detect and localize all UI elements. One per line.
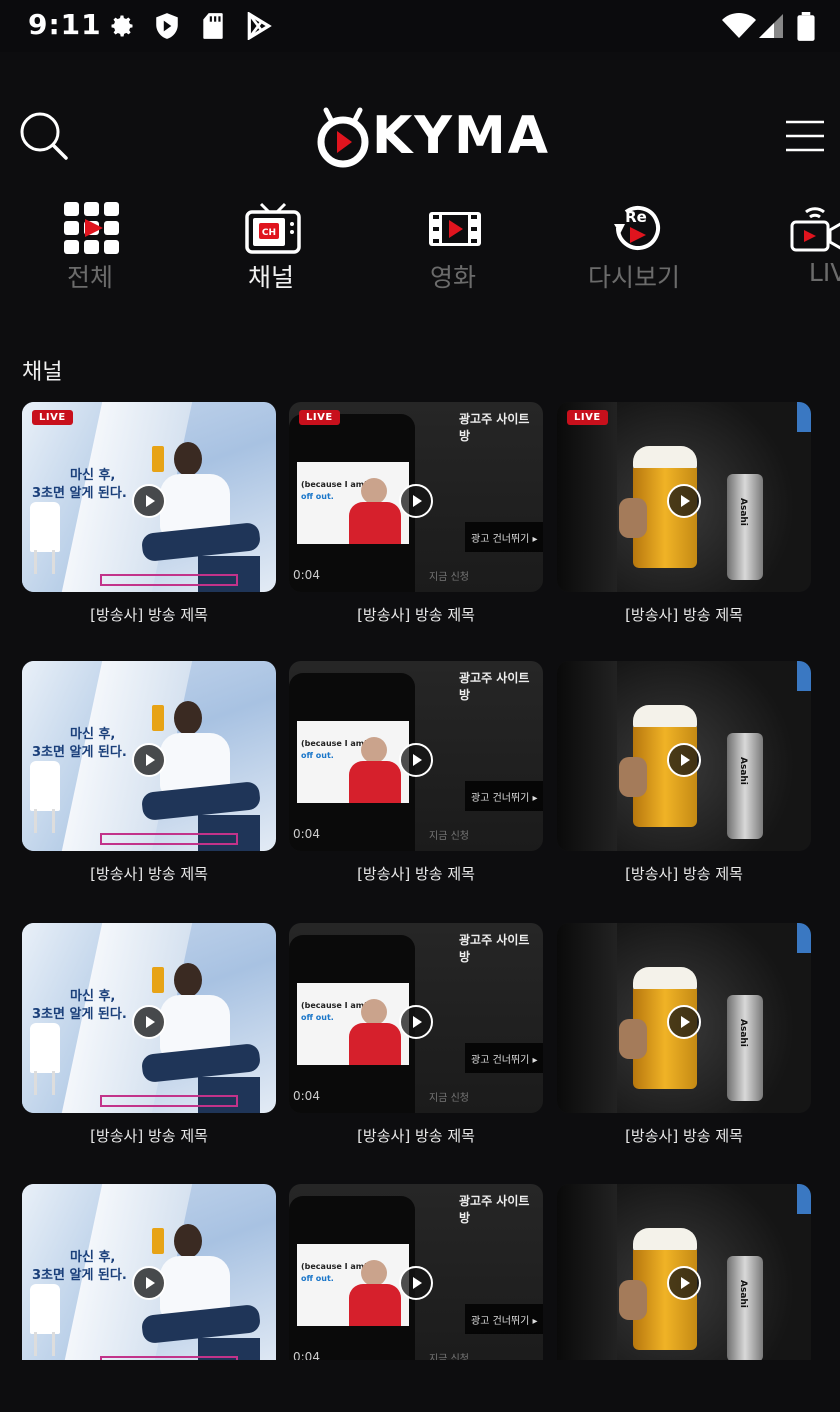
channel-thumbnail[interactable]: (because I am) off out. 광고주 사이트 방 광고 건너뛰… [289, 402, 543, 592]
app-header: KYMA [0, 90, 840, 180]
tab-movie-label: 영화 [429, 263, 476, 292]
status-time: 9:11 [28, 8, 102, 41]
search-button[interactable] [16, 108, 72, 164]
channel-thumbnail[interactable]: 마신 후, 3초면 알게 된다. [22, 923, 276, 1113]
svg-text:CH: CH [262, 228, 276, 238]
play-icon[interactable] [132, 484, 166, 518]
channel-title: [방송사] 방송 제목 [90, 606, 208, 624]
svg-text:Re: Re [625, 208, 647, 226]
tv-channel-icon: CH [245, 202, 301, 254]
logo-text: KYMA [372, 106, 550, 166]
live-badge: LIVE [299, 410, 340, 425]
channel-thumbnail[interactable]: Asahi LIVE [557, 402, 811, 592]
film-icon [429, 212, 481, 246]
channel-thumbnail[interactable]: (because I am) off out. 광고주 사이트 방 광고 건너뛰… [289, 661, 543, 851]
grid-play-icon [64, 202, 119, 254]
channel-thumbnail[interactable]: Asahi [557, 1184, 811, 1360]
channel-thumbnail[interactable]: Asahi [557, 661, 811, 851]
play-icon[interactable] [132, 1266, 166, 1300]
signal-icon [759, 14, 783, 38]
live-camera-icon [790, 207, 840, 252]
tab-replay-label: 다시보기 [587, 263, 680, 292]
replay-icon: Re [614, 206, 660, 250]
play-icon[interactable] [667, 743, 701, 777]
hamburger-menu-icon [786, 120, 824, 152]
shield-icon [156, 13, 178, 39]
live-badge: LIVE [32, 410, 73, 425]
tab-movie[interactable]: 영화 [383, 200, 523, 300]
channel-title: [방송사] 방송 제목 [90, 1127, 208, 1145]
logo-mark-icon [317, 107, 369, 168]
tab-all-label: 전체 [66, 263, 113, 292]
play-icon[interactable] [399, 484, 433, 518]
channel-thumbnail[interactable]: 마신 후, 3초면 알게 된다. LIVE [22, 402, 276, 592]
category-tabs: 전체 CH 채널 영화 Re 다시보기 LIV [0, 200, 840, 300]
play-icon[interactable] [667, 484, 701, 518]
channel-thumbnail[interactable]: (because I am) off out. 광고주 사이트 방 광고 건너뛰… [289, 1184, 543, 1360]
sd-card-icon [203, 13, 223, 39]
channel-thumbnail[interactable]: Asahi [557, 923, 811, 1113]
play-icon[interactable] [399, 1266, 433, 1300]
menu-button[interactable] [784, 118, 826, 154]
channel-title: [방송사] 방송 제목 [625, 606, 743, 624]
channel-title: [방송사] 방송 제목 [357, 1127, 475, 1145]
channel-thumbnail[interactable]: 마신 후, 3초면 알게 된다. [22, 1184, 276, 1360]
status-bar: 9:11 [0, 0, 840, 52]
battery-icon [797, 12, 815, 41]
channel-title: [방송사] 방송 제목 [625, 1127, 743, 1145]
channel-title: [방송사] 방송 제목 [90, 865, 208, 883]
channel-thumbnail[interactable]: 마신 후, 3초면 알게 된다. [22, 661, 276, 851]
tab-live[interactable]: LIVE [746, 200, 840, 300]
tab-replay[interactable]: Re 다시보기 [564, 200, 704, 300]
play-icon[interactable] [399, 1005, 433, 1039]
play-icon[interactable] [132, 1005, 166, 1039]
tab-channel-label: 채널 [247, 263, 294, 292]
search-icon [20, 112, 68, 160]
live-badge: LIVE [567, 410, 608, 425]
wifi-icon [722, 12, 756, 38]
tab-all[interactable]: 전체 [20, 200, 160, 300]
play-store-icon [247, 12, 272, 40]
channel-title: [방송사] 방송 제목 [625, 865, 743, 883]
gear-icon [111, 15, 133, 37]
channel-title: [방송사] 방송 제목 [357, 606, 475, 624]
channel-title: [방송사] 방송 제목 [357, 865, 475, 883]
section-title: 채널 [22, 360, 63, 385]
channel-grid: 마신 후, 3초면 알게 된다. LIVE [방송사] 방송 제목 (becau… [0, 402, 840, 1360]
play-icon[interactable] [667, 1266, 701, 1300]
kyma-logo: KYMA [314, 100, 548, 170]
channel-thumbnail[interactable]: (because I am) off out. 광고주 사이트 방 광고 건너뛰… [289, 923, 543, 1113]
play-icon[interactable] [667, 1005, 701, 1039]
tab-live-label: LIVE [808, 258, 840, 287]
play-icon[interactable] [132, 743, 166, 777]
tab-channel[interactable]: CH 채널 [201, 200, 341, 300]
play-icon[interactable] [399, 743, 433, 777]
